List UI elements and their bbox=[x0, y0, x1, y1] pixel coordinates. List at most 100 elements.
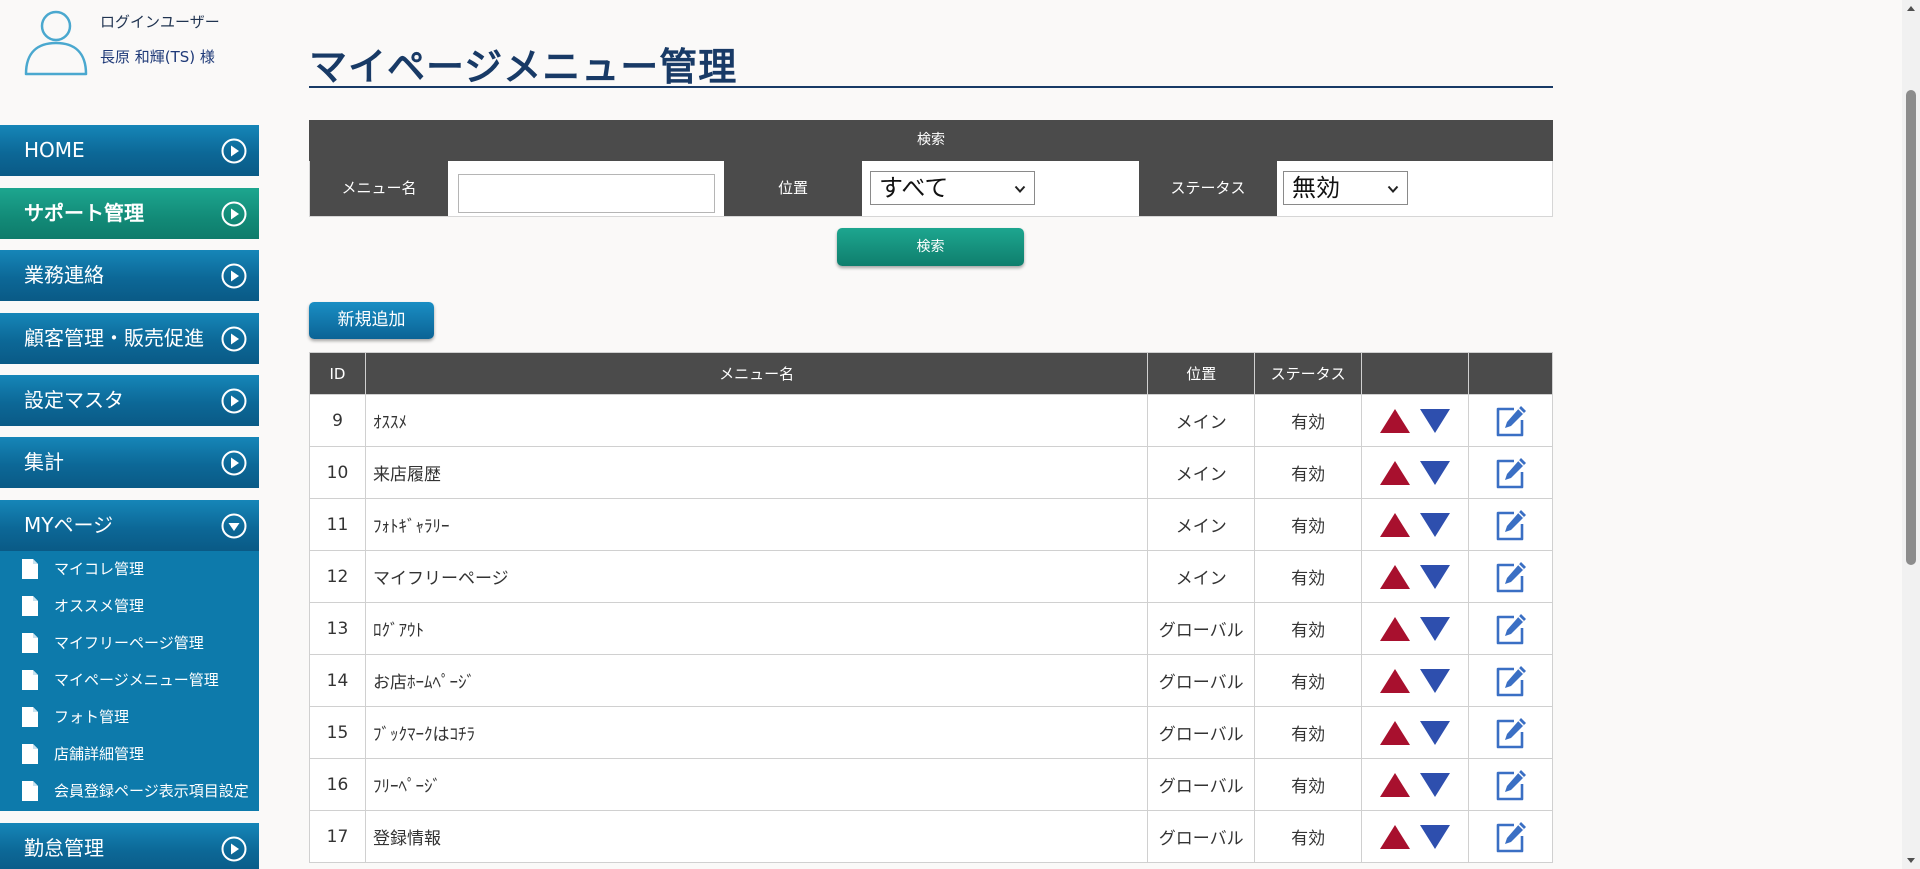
vertical-scrollbar[interactable] bbox=[1902, 0, 1920, 869]
triangle-up-icon[interactable] bbox=[1379, 823, 1411, 851]
position-select[interactable]: すべて bbox=[870, 171, 1035, 205]
cell-menu-name: マイフリーページ bbox=[364, 550, 1149, 603]
circle-play-icon bbox=[221, 263, 247, 289]
triangle-up-icon[interactable] bbox=[1379, 511, 1411, 539]
circle-play-icon bbox=[221, 138, 247, 164]
triangle-up-icon[interactable] bbox=[1379, 459, 1411, 487]
triangle-up-icon[interactable] bbox=[1379, 407, 1411, 435]
scroll-down-arrow-icon[interactable] bbox=[1906, 855, 1916, 865]
triangle-up-icon[interactable] bbox=[1379, 667, 1411, 695]
edit-pencil-icon[interactable] bbox=[1494, 820, 1528, 854]
search-panel: 検索 メニュー名 位置 すべて ステータス 無効 bbox=[309, 120, 1553, 217]
cell-status: 有効 bbox=[1254, 758, 1363, 811]
triangle-down-icon[interactable] bbox=[1419, 719, 1451, 747]
cell-position: グローバル bbox=[1147, 758, 1256, 811]
edit-pencil-icon[interactable] bbox=[1494, 508, 1528, 542]
nav-item-mypage[interactable]: MYページ bbox=[0, 500, 259, 551]
edit-pencil-icon[interactable] bbox=[1494, 456, 1528, 490]
cell-edit bbox=[1468, 550, 1553, 603]
triangle-down-icon[interactable] bbox=[1419, 459, 1451, 487]
submenu-item-label: マイコレ管理 bbox=[54, 560, 145, 578]
user-box: ログインユーザー 長原 和輝(TS) 様 bbox=[0, 0, 259, 110]
triangle-down-icon[interactable] bbox=[1419, 771, 1451, 799]
cell-edit bbox=[1468, 654, 1553, 707]
edit-pencil-icon[interactable] bbox=[1494, 716, 1528, 750]
triangle-down-icon[interactable] bbox=[1419, 511, 1451, 539]
nav-item-business-contact[interactable]: 業務連絡 bbox=[0, 250, 259, 301]
cell-status: 有効 bbox=[1254, 446, 1363, 499]
edit-pencil-icon[interactable] bbox=[1494, 404, 1528, 438]
nav-item-aggregate[interactable]: 集計 bbox=[0, 437, 259, 488]
cell-id: 16 bbox=[309, 758, 366, 811]
col-header-position: 位置 bbox=[1147, 352, 1256, 395]
submenu-item-osusume[interactable]: オススメ管理 bbox=[0, 588, 259, 624]
cell-id: 13 bbox=[309, 602, 366, 655]
submenu-item-photo[interactable]: フォト管理 bbox=[0, 699, 259, 735]
triangle-up-icon[interactable] bbox=[1379, 615, 1411, 643]
search-button[interactable]: 検索 bbox=[837, 228, 1024, 266]
submenu-item-mycolle[interactable]: マイコレ管理 bbox=[0, 551, 259, 587]
cell-status: 有効 bbox=[1254, 706, 1363, 759]
cell-sort bbox=[1361, 758, 1470, 811]
circle-play-icon bbox=[221, 836, 247, 862]
cell-sort bbox=[1361, 810, 1470, 863]
edit-pencil-icon[interactable] bbox=[1494, 612, 1528, 646]
cell-position: メイン bbox=[1147, 498, 1256, 551]
triangle-up-icon[interactable] bbox=[1379, 719, 1411, 747]
triangle-up-icon[interactable] bbox=[1379, 563, 1411, 591]
circle-play-icon bbox=[221, 326, 247, 352]
position-label: 位置 bbox=[724, 161, 862, 216]
table-header-row: ID メニュー名 位置 ステータス bbox=[309, 352, 1553, 395]
table-row: 17 登録情報 グローバル 有効 bbox=[309, 810, 1553, 863]
status-label: ステータス bbox=[1139, 161, 1277, 216]
cell-position: メイン bbox=[1147, 446, 1256, 499]
page-title: マイページメニュー管理 bbox=[309, 45, 738, 89]
cell-sort bbox=[1361, 446, 1470, 499]
table-row: 15 ﾌﾞｯｸﾏｰｸはｺﾁﾗ グローバル 有効 bbox=[309, 706, 1553, 759]
mypage-submenu: マイコレ管理 オススメ管理 マイフリーページ管理 マイページメニュー管理 フォト… bbox=[0, 551, 259, 811]
nav-item-home[interactable]: HOME bbox=[0, 125, 259, 176]
cell-edit bbox=[1468, 394, 1553, 447]
submenu-item-store-detail[interactable]: 店舗詳細管理 bbox=[0, 736, 259, 772]
scrollbar-thumb[interactable] bbox=[1906, 90, 1916, 565]
cell-menu-name: ﾛｸﾞｱｳﾄ bbox=[364, 602, 1149, 655]
cell-sort bbox=[1361, 394, 1470, 447]
nav-item-attendance[interactable]: 勤怠管理 bbox=[0, 823, 259, 869]
nav-item-customer[interactable]: 顧客管理・販売促進 bbox=[0, 313, 259, 364]
cell-menu-name: お店ﾎｰﾑﾍﾟｰｼﾞ bbox=[364, 654, 1149, 707]
triangle-down-icon[interactable] bbox=[1419, 615, 1451, 643]
triangle-down-icon[interactable] bbox=[1419, 563, 1451, 591]
cell-position: グローバル bbox=[1147, 810, 1256, 863]
triangle-down-icon[interactable] bbox=[1419, 667, 1451, 695]
scroll-up-arrow-icon[interactable] bbox=[1906, 4, 1916, 14]
cell-id: 17 bbox=[309, 810, 366, 863]
chevron-down-icon bbox=[1387, 185, 1399, 193]
document-icon bbox=[22, 670, 38, 690]
nav-item-label: 集計 bbox=[24, 450, 64, 474]
cell-id: 12 bbox=[309, 550, 366, 603]
submenu-item-member-registration[interactable]: 会員登録ページ表示項目設定 bbox=[0, 773, 259, 809]
edit-pencil-icon[interactable] bbox=[1494, 560, 1528, 594]
edit-pencil-icon[interactable] bbox=[1494, 664, 1528, 698]
menu-name-input[interactable] bbox=[458, 174, 715, 213]
add-new-button[interactable]: 新規追加 bbox=[309, 302, 434, 339]
cell-menu-name: ﾌﾘｰﾍﾟｰｼﾞ bbox=[364, 758, 1149, 811]
submenu-item-free-page[interactable]: マイフリーページ管理 bbox=[0, 625, 259, 661]
table-row: 10 来店履歴 メイン 有効 bbox=[309, 446, 1553, 499]
document-icon bbox=[22, 744, 38, 764]
edit-pencil-icon[interactable] bbox=[1494, 768, 1528, 802]
triangle-down-icon[interactable] bbox=[1419, 407, 1451, 435]
submenu-item-mypage-menu[interactable]: マイページメニュー管理 bbox=[0, 662, 259, 698]
nav-item-support[interactable]: サポート管理 bbox=[0, 188, 259, 239]
status-select[interactable]: 無効 bbox=[1283, 171, 1408, 205]
nav-item-settings-master[interactable]: 設定マスタ bbox=[0, 375, 259, 426]
cell-menu-name: ｵｽｽﾒ bbox=[364, 394, 1149, 447]
table-row: 9 ｵｽｽﾒ メイン 有効 bbox=[309, 394, 1553, 447]
cell-status: 有効 bbox=[1254, 550, 1363, 603]
cell-edit bbox=[1468, 446, 1553, 499]
triangle-down-icon[interactable] bbox=[1419, 823, 1451, 851]
table-row: 11 ﾌｫﾄｷﾞｬﾗﾘｰ メイン 有効 bbox=[309, 498, 1553, 551]
document-icon bbox=[22, 633, 38, 653]
triangle-up-icon[interactable] bbox=[1379, 771, 1411, 799]
circle-play-icon bbox=[221, 450, 247, 476]
